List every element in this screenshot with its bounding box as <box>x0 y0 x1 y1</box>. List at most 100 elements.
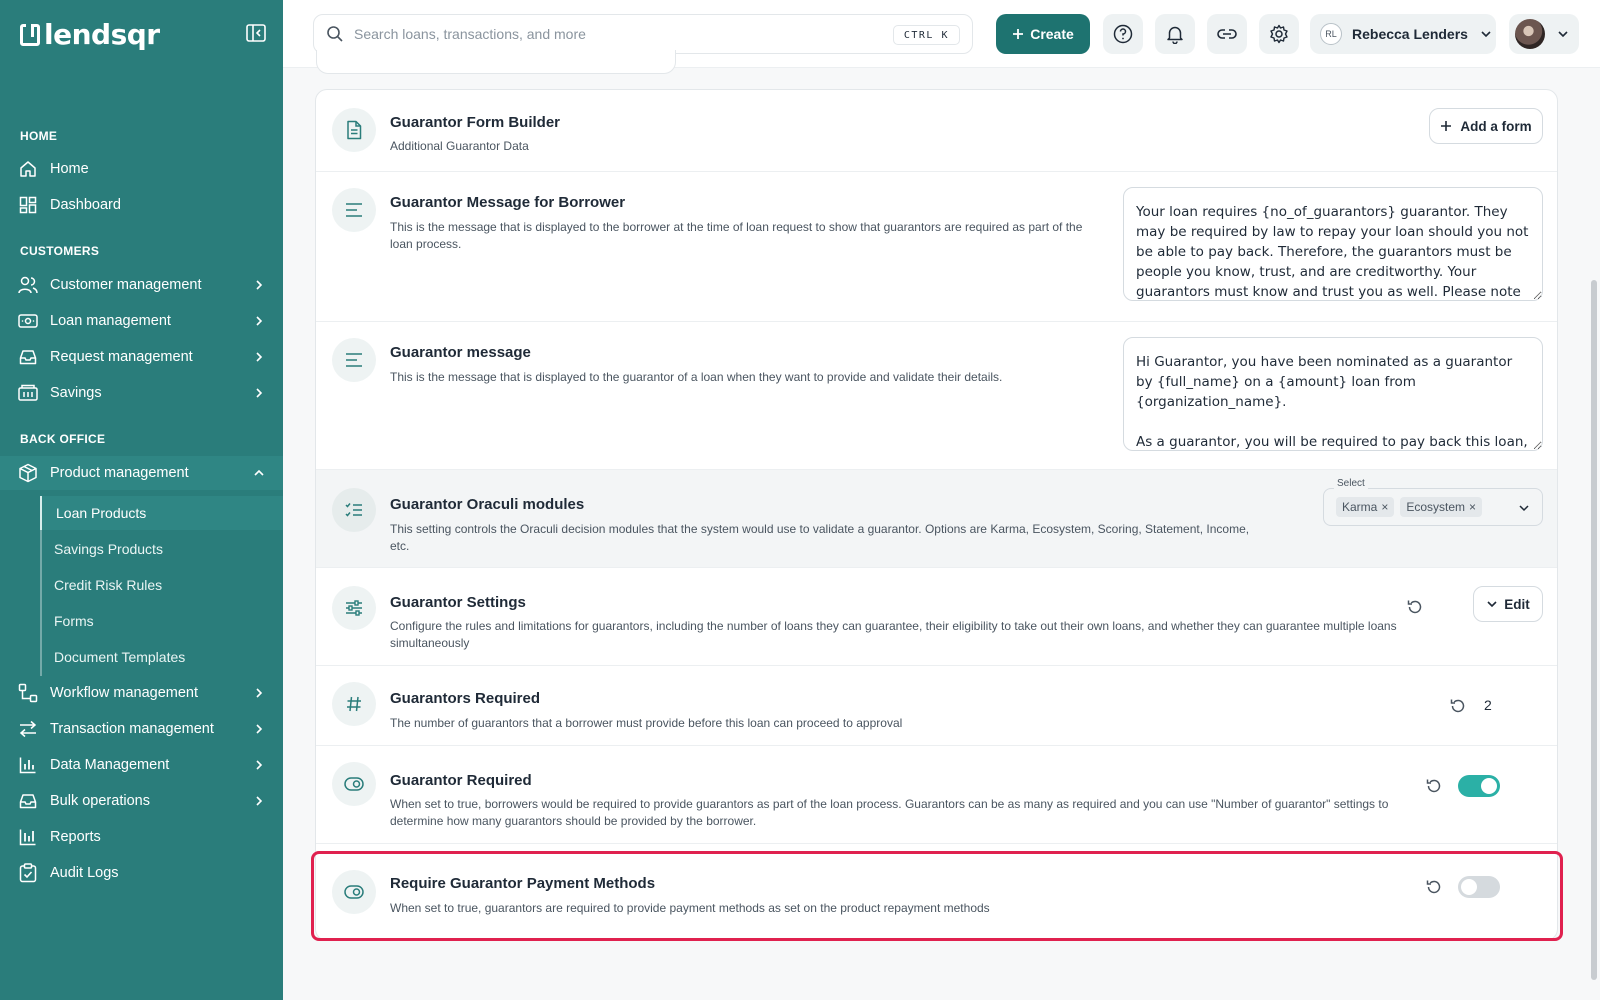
link-button[interactable] <box>1207 14 1247 54</box>
sidebar-item-label: Dashboard <box>50 197 121 213</box>
setting-description: When set to true, guarantors are require… <box>390 901 990 915</box>
home-icon <box>18 159 38 179</box>
chevron-right-icon <box>256 760 263 770</box>
sidebar-collapse-icon[interactable] <box>246 24 266 42</box>
setting-title: Require Guarantor Payment Methods <box>390 875 656 892</box>
search-bar[interactable]: CTRL K <box>313 14 973 54</box>
setting-description: When set to true, borrowers would be req… <box>390 797 1389 828</box>
chevron-down-icon <box>1558 31 1568 38</box>
notifications-button[interactable] <box>1155 14 1195 54</box>
reset-icon[interactable] <box>1406 598 1424 616</box>
sidebar-item-label: Bulk operations <box>50 793 150 809</box>
sidebar-subitem-document-templates[interactable]: Document Templates <box>40 640 283 674</box>
sidebar-item-label: Data Management <box>50 757 170 773</box>
avatar <box>1515 19 1545 49</box>
guarantors-required-value[interactable]: 2 <box>1484 697 1492 713</box>
sidebar-item-label: Home <box>50 161 89 177</box>
user-menu[interactable] <box>1509 14 1579 54</box>
logo-icon <box>20 23 40 46</box>
create-button[interactable]: Create <box>996 14 1090 54</box>
reset-icon[interactable] <box>1449 697 1467 715</box>
inbox-icon <box>18 347 38 367</box>
setting-description: This is the message that is displayed to… <box>390 370 1003 384</box>
help-icon <box>1113 24 1133 44</box>
guarantor-message-textarea[interactable]: Hi Guarantor, you have been nominated as… <box>1123 337 1543 451</box>
payment-methods-toggle[interactable] <box>1458 876 1500 898</box>
section-customers: CUSTOMERS <box>20 244 100 258</box>
add-form-button[interactable]: Add a form <box>1429 108 1543 144</box>
users-icon <box>18 275 38 295</box>
setting-row-guarantor-message: Guarantor message This is the message th… <box>316 322 1557 470</box>
sidebar-item-label: Audit Logs <box>50 865 119 881</box>
sidebar-item-transaction-management[interactable]: Transaction management <box>0 712 283 746</box>
setting-row-borrower-message: Guarantor Message for Borrower This is t… <box>316 172 1557 322</box>
setting-row-guarantor-required: Guarantor Required When set to true, bor… <box>316 746 1557 844</box>
sidebar-item-workflow-management[interactable]: Workflow management <box>0 676 283 710</box>
sidebar-item-loan-management[interactable]: Loan management <box>0 304 283 338</box>
sidebar-item-product-management[interactable]: Product management <box>0 456 283 490</box>
settings-button[interactable] <box>1259 14 1299 54</box>
brand-logo[interactable]: lendsqr <box>20 18 160 51</box>
sidebar-item-request-management[interactable]: Request management <box>0 340 283 374</box>
setting-title: Guarantor Message for Borrower <box>390 194 626 211</box>
brand-name: lendsqr <box>44 18 160 51</box>
setting-title: Guarantors Required <box>390 690 541 707</box>
chip-ecosystem: Ecosystem × <box>1400 497 1483 517</box>
chevron-right-icon <box>256 352 263 362</box>
setting-row-guarantor-settings: Guarantor Settings Configure the rules a… <box>316 568 1557 666</box>
help-button[interactable] <box>1103 14 1143 54</box>
toggle-knob <box>1461 879 1477 895</box>
reset-icon[interactable] <box>1425 777 1443 795</box>
bell-icon <box>1167 26 1183 44</box>
sidebar-subitem-credit-risk-rules[interactable]: Credit Risk Rules <box>40 568 283 602</box>
link-icon <box>1217 29 1237 39</box>
plus-icon <box>1013 29 1024 39</box>
search-input[interactable] <box>354 26 854 42</box>
sidebar-subitem-loan-products[interactable]: Loan Products <box>40 496 283 530</box>
sidebar-item-home[interactable]: Home <box>0 152 283 186</box>
edit-guarantor-settings-button[interactable]: Edit <box>1473 586 1543 622</box>
setting-description: This is the message that is displayed to… <box>390 220 1083 251</box>
sidebar-item-customer-management[interactable]: Customer management <box>0 268 283 302</box>
sidebar-item-audit-logs[interactable]: Audit Logs <box>0 856 283 890</box>
chevron-down-icon <box>1487 601 1497 608</box>
sidebar-item-label: Savings <box>50 385 102 401</box>
sidebar-item-savings[interactable]: Savings <box>0 376 283 410</box>
guarantor-required-toggle[interactable] <box>1458 775 1500 797</box>
chip-remove-icon[interactable]: × <box>1381 500 1388 514</box>
text-align-icon <box>332 188 376 232</box>
section-home: HOME <box>20 129 58 143</box>
setting-title: Guarantor message <box>390 344 531 361</box>
borrower-message-textarea[interactable]: Your loan requires {no_of_guarantors} gu… <box>1123 187 1543 301</box>
setting-title: Guarantor Settings <box>390 594 526 611</box>
toggle-icon <box>332 762 376 806</box>
chevron-right-icon <box>256 316 263 326</box>
toggle-knob <box>1481 778 1497 794</box>
setting-description: This setting controls the Oraculi decisi… <box>390 522 1250 553</box>
guarantor-settings-card: Guarantor Form Builder Additional Guaran… <box>315 89 1558 941</box>
oraculi-modules-select[interactable]: Select Karma × Ecosystem × <box>1323 478 1543 526</box>
workflow-icon <box>18 683 38 703</box>
sidebar-item-reports[interactable]: Reports <box>0 820 283 854</box>
setting-row-payment-methods: Require Guarantor Payment Methods When s… <box>316 844 1557 940</box>
sidebar-item-label: Workflow management <box>50 685 199 701</box>
reset-icon[interactable] <box>1425 878 1443 896</box>
chevron-right-icon <box>256 280 263 290</box>
chevron-up-icon <box>254 469 264 476</box>
search-icon <box>327 26 343 42</box>
sidebar-item-dashboard[interactable]: Dashboard <box>0 188 283 222</box>
sliders-icon <box>332 586 376 630</box>
chevron-right-icon <box>256 724 263 734</box>
sidebar-subitem-savings-products[interactable]: Savings Products <box>40 532 283 566</box>
scrollbar[interactable] <box>1591 280 1597 980</box>
sidebar-item-bulk-operations[interactable]: Bulk operations <box>0 784 283 818</box>
organization-switcher[interactable]: RL Rebecca Lenders <box>1310 14 1496 54</box>
banknote-icon <box>18 311 38 331</box>
chip-remove-icon[interactable]: × <box>1469 500 1476 514</box>
setting-description: The number of guarantors that a borrower… <box>390 716 903 730</box>
chevron-right-icon <box>256 688 263 698</box>
bar-chart-icon <box>18 755 38 775</box>
sidebar-subitem-forms[interactable]: Forms <box>40 604 283 638</box>
sidebar-item-data-management[interactable]: Data Management <box>0 748 283 782</box>
sidebar-item-label: Transaction management <box>50 721 214 737</box>
